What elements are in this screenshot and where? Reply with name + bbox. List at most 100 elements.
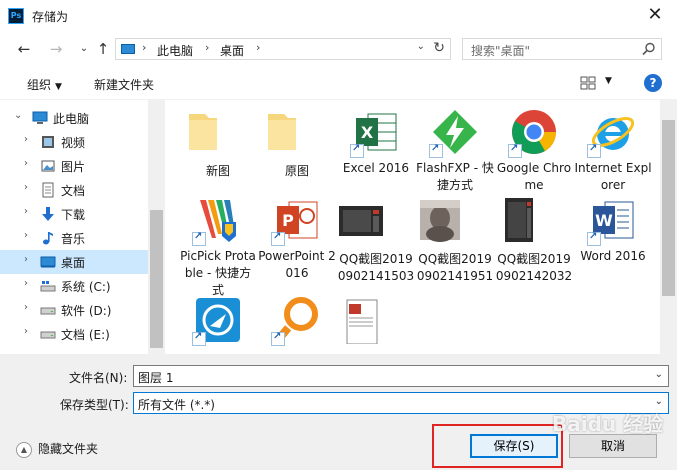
file-label: PowerPoint 2016 (258, 249, 336, 280)
document-thumb-icon (346, 299, 378, 345)
file-item-word[interactable]: W Word 2016 (574, 196, 652, 265)
file-label: QQ截图20190902141503 (337, 252, 415, 283)
shortcut-arrow-icon (271, 231, 285, 246)
sidebar-item-documents[interactable]: › 文档 (0, 178, 148, 202)
folder-icon (189, 114, 217, 150)
file-item-document-thumb[interactable] (337, 296, 415, 351)
file-item-qq-screenshot-1[interactable]: QQ截图20190902141503 (337, 196, 415, 285)
close-icon[interactable]: ✕ (643, 4, 667, 28)
chevron-right-icon[interactable]: › (24, 134, 28, 145)
chevron-right-icon[interactable]: › (24, 278, 28, 289)
file-item-qq-screenshot-2[interactable]: QQ截图20190902141951 (416, 196, 494, 285)
view-dropdown-icon[interactable]: ▼ (605, 76, 612, 86)
scrollbar-thumb[interactable] (150, 210, 163, 348)
filename-input[interactable]: 图层 1 ⌄ (133, 365, 669, 387)
chevron-right-icon[interactable]: › (24, 302, 28, 313)
file-icon-wrap (429, 108, 479, 158)
search-input[interactable]: 搜索"桌面" (462, 38, 662, 60)
chevron-right-icon[interactable]: › (24, 158, 28, 169)
sidebar-item-label: 音乐 (61, 232, 86, 246)
shortcut-arrow-icon (350, 143, 364, 158)
photoshop-icon: Ps (8, 8, 24, 24)
file-label: 新图 (205, 164, 230, 178)
sidebar-item-videos[interactable]: › 视频 (0, 130, 148, 154)
organize-label: 组织 (27, 78, 52, 92)
address-bar[interactable]: › 此电脑 › 桌面 › ⌄ ↻ (115, 38, 451, 60)
shortcut-arrow-icon (271, 331, 285, 346)
computer-icon (32, 111, 48, 124)
file-item-powerpoint[interactable]: P PowerPoint 2016 (258, 196, 336, 282)
file-item-picpick[interactable]: PicPick Protable - 快捷方式 (179, 196, 257, 299)
sidebar-item-pictures[interactable]: › 图片 (0, 154, 148, 178)
file-item-app[interactable] (179, 296, 257, 348)
back-arrow-icon[interactable]: ← (14, 39, 34, 59)
chevron-right-icon[interactable]: › (24, 206, 28, 217)
file-item-qq-screenshot-3[interactable]: QQ截图20190902142032 (495, 196, 573, 285)
sidebar-item-downloads[interactable]: › 下载 (0, 202, 148, 226)
sidebar-item-label: 软件 (D:) (61, 304, 112, 318)
pictures-icon (41, 160, 55, 172)
organize-button[interactable]: 组织 ▼ (27, 76, 62, 93)
file-item-search-app[interactable] (258, 296, 336, 348)
photo-thumb-icon (420, 200, 460, 242)
new-folder-button[interactable]: 新建文件夹 (94, 76, 154, 93)
view-options-icon[interactable] (580, 76, 596, 90)
scrollbar-thumb[interactable] (662, 120, 675, 296)
svg-text:X: X (361, 123, 374, 142)
chevron-right-icon[interactable]: › (24, 182, 28, 193)
file-icon-wrap (192, 296, 242, 346)
hide-folders-toggle[interactable]: ▲ 隐藏文件夹 (16, 440, 98, 458)
file-item-flashfxp[interactable]: FlashFXP - 快捷方式 (416, 108, 494, 194)
sidebar-item-desktop[interactable]: › 桌面 (0, 250, 148, 274)
hide-folders-label: 隐藏文件夹 (38, 442, 99, 456)
sidebar-item-drive-d[interactable]: › 软件 (D:) (0, 298, 148, 322)
watermark-text: Baidu 经验 (552, 412, 664, 436)
breadcrumb-separator-icon[interactable]: › (256, 41, 260, 54)
title-bar: Ps 存储为 ✕ (0, 0, 677, 32)
filename-value: 图层 1 (138, 371, 174, 385)
file-item-folder-yuantu[interactable]: 原图 (258, 108, 336, 180)
file-label: Google Chrome (496, 161, 572, 192)
refresh-icon[interactable]: ↻ (433, 40, 445, 56)
breadcrumb-separator-icon[interactable]: › (142, 41, 146, 54)
file-item-excel[interactable]: X Excel 2016 (337, 108, 415, 177)
file-list-scrollbar[interactable] (660, 100, 677, 354)
screenshot-thumb-icon (339, 206, 383, 236)
chevron-right-icon[interactable]: › (24, 326, 28, 337)
breadcrumb-desktop[interactable]: 桌面 (220, 42, 244, 59)
sidebar-item-drive-e[interactable]: › 文档 (E:) (0, 322, 148, 346)
drive-icon (40, 307, 56, 315)
recent-dropdown-icon[interactable]: ⌄ (74, 39, 94, 59)
file-item-chrome[interactable]: Google Chrome (495, 108, 573, 194)
svg-text:W: W (595, 211, 613, 230)
file-item-internet-explorer[interactable]: Internet Explorer (574, 108, 652, 194)
sidebar-item-music[interactable]: › 音乐 (0, 226, 148, 250)
chevron-down-icon: ▼ (55, 82, 62, 92)
sidebar-scrollbar[interactable] (148, 100, 165, 354)
chevron-down-icon[interactable]: ⌄ (655, 396, 663, 407)
desktop-icon (40, 256, 56, 268)
cancel-button[interactable]: 取消 (569, 434, 657, 458)
forward-arrow-icon[interactable]: → (46, 39, 66, 59)
breadcrumb-separator-icon[interactable]: › (205, 41, 209, 54)
file-label: Internet Explorer (574, 161, 652, 192)
up-arrow-icon[interactable]: ↑ (93, 39, 113, 59)
chevron-down-icon[interactable]: ⌄ (655, 369, 663, 380)
file-icon-wrap: X (350, 108, 400, 158)
sidebar-item-this-pc[interactable]: ⌄ 此电脑 (0, 106, 148, 130)
download-icon (42, 207, 54, 221)
save-button[interactable]: 保存(S) (470, 434, 558, 458)
chevron-right-icon[interactable]: › (24, 254, 28, 265)
breadcrumb-this-pc[interactable]: 此电脑 (157, 42, 193, 59)
help-icon[interactable]: ? (644, 74, 662, 92)
chevron-down-icon[interactable]: ⌄ (14, 110, 22, 121)
file-item-folder-xintu[interactable]: 新图 (179, 108, 257, 180)
sidebar-item-drive-c[interactable]: › 系统 (C:) (0, 274, 148, 298)
shortcut-arrow-icon (429, 143, 443, 158)
file-icon-wrap (271, 296, 321, 346)
file-label: 原图 (284, 164, 309, 178)
chevron-down-icon[interactable]: ⌄ (417, 41, 425, 52)
file-label: QQ截图20190902141951 (416, 252, 494, 283)
shortcut-arrow-icon (508, 143, 522, 158)
chevron-right-icon[interactable]: › (24, 230, 28, 241)
